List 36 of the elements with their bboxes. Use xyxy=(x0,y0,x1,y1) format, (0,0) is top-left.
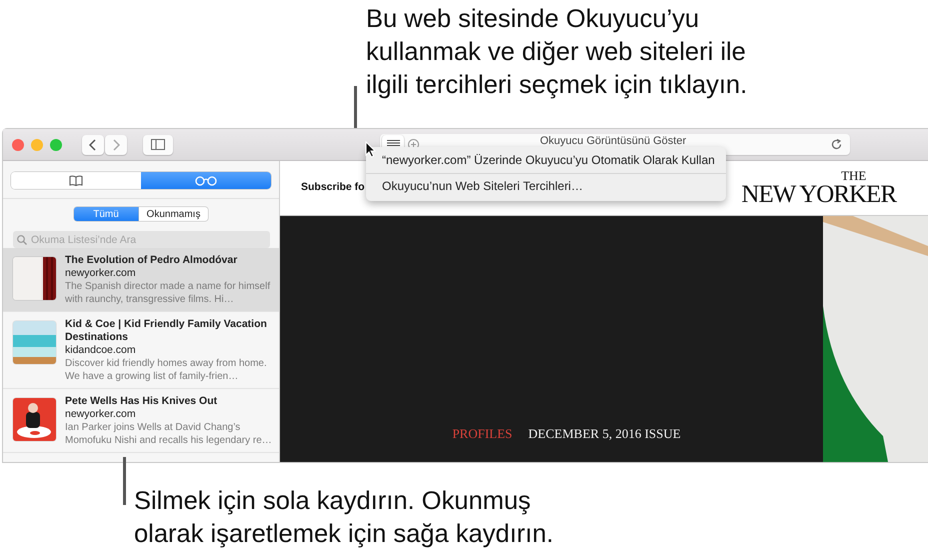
article-summary: The Spanish director made a name for himself with raunchy, transgressive films. Hi… xyxy=(65,280,272,306)
issue-date: DECEMBER 5, 2016 ISSUE xyxy=(528,426,681,442)
section-label[interactable]: PROFILES xyxy=(452,426,512,442)
logo-text: NEW YORKER xyxy=(741,182,896,207)
article-summary: Ian Parker joins Wells at David Chang’s Momofuku Nishi and recalls his legendary re… xyxy=(65,421,273,447)
search-field[interactable]: Okuma Listesi’nde Ara xyxy=(13,231,270,248)
article-summary: Discover kid friendly homes away from home. We have a growing list of family-frien… xyxy=(65,357,268,383)
filter-tab[interactable]: Okunmamış xyxy=(138,207,208,221)
reading-list-item[interactable]: Kid & Coe | Kid Friendly Family Vacation Destinations kidandcoe.com Discover kid friendly homes away from home. We have a growing list of family-frien… xyxy=(3,312,279,389)
address-text: Okuyucu Görüntüsünü Göster xyxy=(540,135,686,147)
site-name: newyorker.com xyxy=(65,267,137,280)
sidebar-toggle-button[interactable] xyxy=(143,134,173,154)
chevron-right-icon xyxy=(112,138,120,150)
zoom-icon[interactable] xyxy=(50,138,62,150)
site-name: newyorker.com xyxy=(65,408,137,421)
leader-line xyxy=(123,457,126,505)
close-icon[interactable] xyxy=(12,138,24,150)
bookmarks-tab[interactable] xyxy=(11,172,141,189)
chevron-left-icon xyxy=(89,138,97,150)
logo-text: THE xyxy=(841,169,866,182)
reading-list-item[interactable]: Pete Wells Has His Knives Out newyorker.com Ian Parker joins Wells at David Chang’s Momofuku Nishi and recalls his legendary re… xyxy=(3,389,279,453)
callout-text: Silmek için sola kaydırın. Okunmuş olarak işaretlemek için sağa kaydırın. xyxy=(134,486,554,550)
article-title: The Evolution of Pedro Almodóvar xyxy=(65,254,238,267)
cursor-icon xyxy=(365,141,376,158)
article-title: Pete Wells Has His Knives Out xyxy=(65,395,218,408)
site-name: kidandcoe.com xyxy=(65,344,137,357)
subscribe-link[interactable]: Subscribe fo xyxy=(301,180,365,192)
menu-item[interactable]: Okuyucu’nun Web Siteleri Tercihleri… xyxy=(366,175,726,198)
back-button[interactable] xyxy=(82,134,104,154)
glasses-icon xyxy=(195,176,217,186)
reading-list-item[interactable]: The Evolution of Pedro Almodóvar newyorker.com The Spanish director made a name for himself with raunchy, transgressive films. Hi… xyxy=(3,248,279,312)
book-icon xyxy=(69,175,83,186)
callout-text: Bu web sitesinde Okuyucu’yu kullanmak ve diğer web siteleri ile ilgili tercihleri seçmek için tıklayın. xyxy=(366,4,748,101)
reading-list-tab[interactable] xyxy=(141,172,271,189)
reload-icon[interactable] xyxy=(831,139,842,150)
sidebar-icon xyxy=(151,139,165,150)
